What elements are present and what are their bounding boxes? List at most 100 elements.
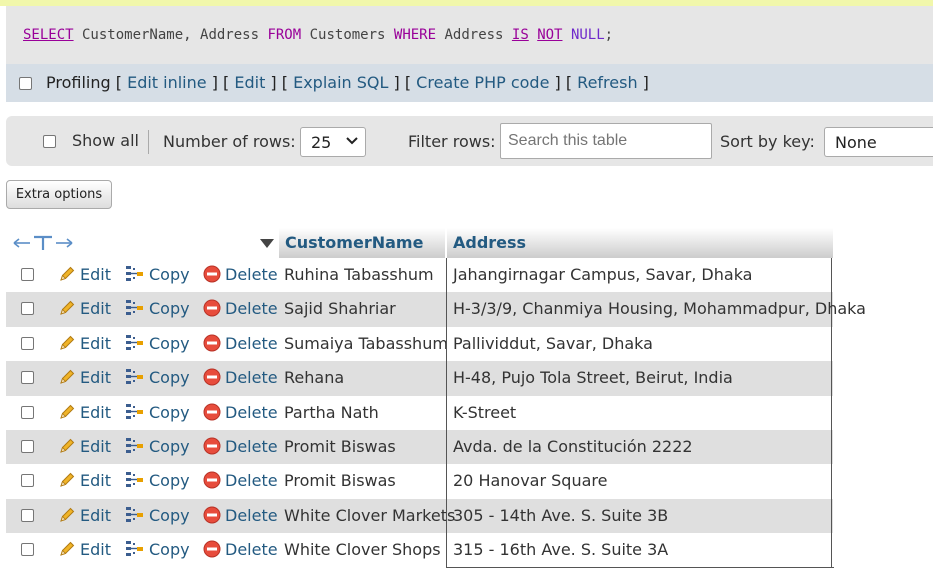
row-edit-link[interactable]: Edit — [58, 368, 111, 387]
cell-address[interactable]: 20 Hanovar Square — [446, 464, 832, 499]
cell-address[interactable]: 315 - 16th Ave. S. Suite 3A — [446, 533, 832, 568]
row-edit-link[interactable]: Edit — [58, 506, 111, 525]
column-header-customername[interactable]: CustomerName — [279, 228, 445, 258]
row-copy-link[interactable]: Copy — [125, 299, 190, 318]
row-delete-link[interactable]: Delete — [203, 403, 278, 422]
row-copy-label: Copy — [149, 436, 190, 456]
extra-options-button[interactable]: Extra options — [6, 180, 112, 209]
row-copy-link[interactable]: Copy — [125, 403, 190, 422]
header-action-area — [6, 228, 279, 258]
sql-columns: CustomerName, Address — [73, 27, 268, 43]
row-checkbox[interactable] — [21, 268, 34, 281]
cell-customername[interactable]: Promit Biswas — [284, 430, 396, 464]
row-delete-link[interactable]: Delete — [203, 506, 278, 525]
sort-down-icon[interactable] — [260, 239, 274, 248]
row-copy-link[interactable]: Copy — [125, 265, 190, 284]
row-edit-link[interactable]: Edit — [58, 334, 111, 353]
row-checkbox[interactable] — [21, 474, 34, 488]
cell-customername[interactable]: Sumaiya Tabasshum — [284, 327, 448, 361]
row-edit-label: Edit — [80, 368, 111, 388]
table-row: Edit Copy Delete White Clover Markets 30… — [6, 498, 833, 534]
row-delete-label: Delete — [225, 333, 278, 353]
row-checkbox[interactable] — [21, 302, 34, 316]
row-copy-link[interactable]: Copy — [125, 540, 190, 559]
cell-customername[interactable]: Sajid Shahriar — [284, 292, 396, 326]
row-edit-link[interactable]: Edit — [58, 540, 111, 559]
row-delete-label: Delete — [225, 265, 278, 284]
row-edit-link[interactable]: Edit — [58, 471, 111, 490]
row-checkbox[interactable] — [21, 336, 34, 350]
row-checkbox[interactable] — [21, 508, 34, 522]
cell-address[interactable]: K-Street — [446, 395, 832, 430]
row-copy-link[interactable]: Copy — [125, 506, 190, 525]
cell-customername[interactable]: Rehana — [284, 361, 344, 395]
profiling-bar: Profiling [ Edit inline ] [ Edit ] [ Exp… — [6, 64, 933, 102]
row-edit-link[interactable]: Edit — [58, 265, 111, 284]
cell-address[interactable]: Pallividdut, Savar, Dhaka — [446, 326, 832, 362]
row-edit-link[interactable]: Edit — [58, 403, 111, 422]
copy-icon — [126, 300, 143, 316]
number-of-rows-label: Number of rows: — [163, 132, 296, 151]
row-edit-link[interactable]: Edit — [58, 437, 111, 456]
sql-is-keyword[interactable]: IS — [512, 27, 529, 43]
cell-address[interactable]: H-48, Pujo Tola Street, Beirut, India — [446, 361, 832, 396]
row-copy-link[interactable]: Copy — [125, 368, 190, 387]
delete-icon — [203, 265, 221, 283]
row-checkbox[interactable] — [21, 439, 34, 453]
table-row: Edit Copy Delete Promit Biswas 20 Hanova… — [6, 464, 833, 499]
sql-not-keyword[interactable]: NOT — [537, 27, 562, 43]
row-checkbox[interactable] — [21, 543, 34, 557]
sql-query-box: SELECT CustomerName, Address FROM Custom… — [6, 6, 933, 64]
row-delete-link[interactable]: Delete — [203, 471, 278, 490]
cell-address[interactable]: Jahangirnagar Campus, Savar, Dhaka — [446, 258, 832, 293]
profiling-links: Profiling [ Edit inline ] [ Edit ] [ Exp… — [46, 73, 649, 92]
chevron-down-icon — [346, 137, 358, 145]
delete-icon — [203, 471, 221, 489]
sql-query: SELECT CustomerName, Address FROM Custom… — [23, 27, 613, 43]
row-copy-link[interactable]: Copy — [125, 471, 190, 490]
cell-address[interactable]: Avda. de la Constitución 2222 — [446, 429, 832, 465]
row-copy-label: Copy — [149, 333, 190, 353]
cell-customername[interactable]: Promit Biswas — [284, 464, 396, 498]
row-delete-link[interactable]: Delete — [203, 368, 278, 387]
create-php-code-link[interactable]: Create PHP code — [416, 73, 549, 92]
row-copy-link[interactable]: Copy — [125, 437, 190, 456]
profiling-checkbox[interactable] — [19, 77, 32, 90]
show-all-label[interactable]: Show all — [72, 131, 139, 150]
sql-table: Customers — [301, 27, 394, 43]
pencil-icon — [60, 335, 75, 350]
cell-address[interactable]: H-3/3/9, Chanmiya Housing, Mohammadpur, … — [446, 292, 866, 327]
copy-icon — [126, 369, 143, 385]
search-input[interactable] — [500, 123, 712, 159]
sql-select-keyword[interactable]: SELECT — [23, 27, 74, 43]
cell-address[interactable]: 305 - 14th Ave. S. Suite 3B — [446, 498, 832, 534]
table-row: Edit Copy Delete Promit Biswas Avda. de … — [6, 429, 833, 465]
pencil-icon — [60, 404, 75, 419]
cell-customername[interactable]: Partha Nath — [284, 396, 379, 430]
row-delete-link[interactable]: Delete — [203, 437, 278, 456]
row-checkbox[interactable] — [21, 371, 34, 385]
copy-icon — [126, 541, 143, 557]
row-edit-label: Edit — [80, 471, 111, 491]
edit-inline-link[interactable]: Edit inline — [127, 73, 207, 92]
column-header-address[interactable]: Address — [446, 228, 833, 258]
cell-customername[interactable]: White Clover Shops — [284, 533, 441, 567]
explain-sql-link[interactable]: Explain SQL — [293, 73, 388, 92]
row-edit-link[interactable]: Edit — [58, 299, 111, 318]
cell-customername[interactable]: Ruhina Tabasshum — [284, 258, 434, 292]
cell-customername[interactable]: White Clover Markets — [284, 499, 455, 533]
row-delete-link[interactable]: Delete — [203, 540, 278, 559]
row-delete-link[interactable]: Delete — [203, 334, 278, 353]
row-checkbox[interactable] — [21, 405, 34, 419]
edit-link[interactable]: Edit — [234, 73, 265, 92]
row-copy-link[interactable]: Copy — [125, 334, 190, 353]
show-all-checkbox[interactable] — [43, 135, 56, 148]
column-arrows-icon[interactable] — [12, 234, 74, 252]
copy-icon — [126, 506, 143, 522]
number-of-rows-select[interactable]: 25 — [300, 127, 366, 157]
row-delete-link[interactable]: Delete — [203, 299, 278, 318]
sort-by-key-select[interactable]: None — [824, 127, 933, 157]
row-delete-link[interactable]: Delete — [203, 265, 278, 284]
refresh-link[interactable]: Refresh — [577, 73, 637, 92]
copy-icon — [126, 403, 143, 419]
